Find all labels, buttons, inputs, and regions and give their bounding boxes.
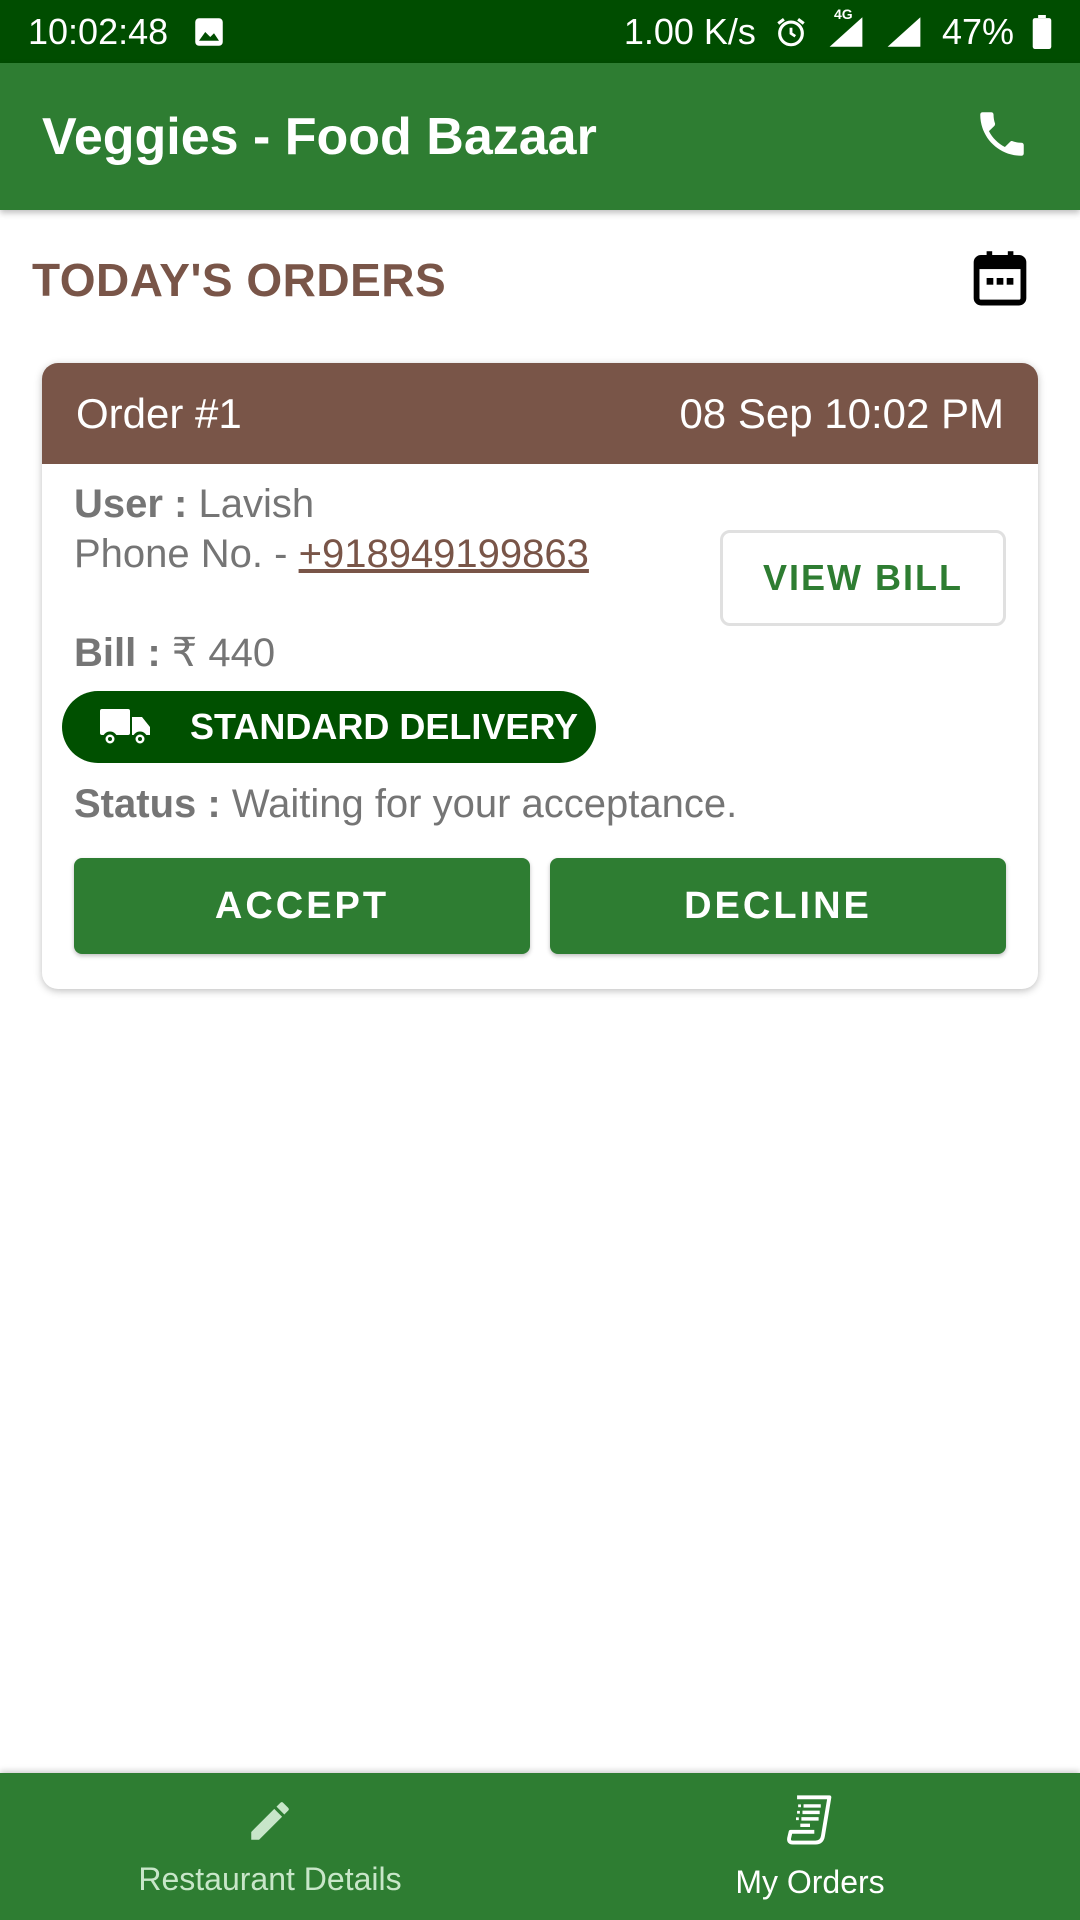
app-title: Veggies - Food Bazaar: [42, 107, 597, 166]
status-label: Status :: [74, 782, 221, 826]
phone-label: Phone No. -: [74, 532, 288, 576]
order-phone-row: Phone No. - +918949199863: [74, 532, 589, 577]
bill-label: Bill :: [74, 631, 161, 675]
battery-percent: 47%: [941, 10, 1014, 52]
pencil-icon: [245, 1796, 295, 1851]
battery-icon: [1032, 14, 1052, 49]
section-header: TODAY'S ORDERS: [0, 240, 1080, 320]
nav-label-restaurant-details: Restaurant Details: [138, 1860, 402, 1897]
receipt-icon: [783, 1793, 837, 1854]
network-speed: 1.00 K/s: [623, 10, 756, 52]
delivery-type-badge: STANDARD DELIVERY: [62, 691, 596, 763]
phone-link[interactable]: +918949199863: [299, 532, 589, 576]
order-card: Order #1 08 Sep 10:02 PM User : Lavish P…: [42, 363, 1038, 989]
order-status-row: Status : Waiting for your acceptance.: [74, 782, 737, 827]
order-card-header: Order #1 08 Sep 10:02 PM: [42, 363, 1038, 464]
status-text: Waiting for your acceptance.: [231, 782, 738, 826]
calendar-button[interactable]: [968, 248, 1032, 312]
nav-item-restaurant-details[interactable]: Restaurant Details: [0, 1773, 540, 1920]
app-bar: Veggies - Food Bazaar: [0, 63, 1080, 210]
status-bar: 10:02:48 1.00 K/s 4G 47%: [0, 0, 1080, 63]
view-bill-button[interactable]: VIEW BILL: [720, 530, 1006, 626]
calendar-icon: [973, 249, 1027, 312]
user-label: User :: [74, 482, 188, 526]
nav-item-my-orders[interactable]: My Orders: [540, 1773, 1080, 1920]
section-title: TODAY'S ORDERS: [32, 254, 447, 306]
order-number: Order #1: [76, 389, 242, 437]
bill-amount: ₹ 440: [171, 631, 276, 675]
delivery-type-label: STANDARD DELIVERY: [190, 706, 579, 747]
signal-icon: [884, 14, 924, 50]
alarm-icon: [774, 15, 808, 49]
bottom-nav: Restaurant Details My Orders: [0, 1773, 1080, 1920]
phone-icon: [973, 105, 1031, 168]
network-type: 4G: [833, 5, 853, 22]
truck-icon: [98, 705, 154, 749]
signal-4g-icon: 4G: [826, 6, 866, 50]
user-name: Lavish: [198, 482, 315, 526]
accept-button[interactable]: ACCEPT: [74, 858, 530, 954]
order-user-row: User : Lavish: [74, 482, 314, 527]
phone-button[interactable]: [966, 101, 1038, 173]
nav-label-my-orders: My Orders: [735, 1863, 885, 1900]
order-datetime: 08 Sep 10:02 PM: [679, 389, 1004, 437]
decline-button[interactable]: DECLINE: [550, 858, 1006, 954]
status-time: 10:02:48: [28, 10, 169, 52]
order-bill-row: Bill : ₹ 440: [74, 630, 275, 676]
image-icon: [194, 17, 224, 47]
